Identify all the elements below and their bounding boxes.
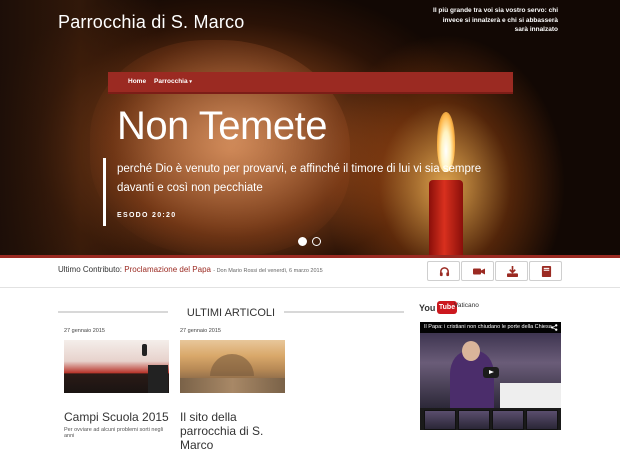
pillar-silhouette (148, 365, 168, 393)
chevron-down-icon: ▾ (189, 79, 192, 85)
article-title[interactable]: Il sito della parrocchia di S. Marco (180, 410, 285, 452)
title-rule-right (284, 311, 404, 313)
video-playlist-thumbnails (420, 410, 561, 430)
priest-head (462, 341, 480, 361)
play-icon[interactable] (483, 367, 499, 378)
article-date: 27 gennaio 2015 (180, 328, 221, 334)
header-motto: Il più grande tra voi sia vostro servo: … (433, 7, 558, 33)
youtube-video-player[interactable]: Il Papa: i cristiani non chiudano le por… (420, 322, 561, 430)
title-rule-left (58, 311, 168, 313)
hero-slider: Parrocchia di S. Marco Il più grande tra… (0, 0, 620, 255)
book-icon (541, 266, 552, 277)
slide-quote: perché Dio è venuto per provarvi, e affi… (117, 163, 482, 194)
download-icon (507, 266, 518, 277)
youtube-channel-name[interactable]: Vaticano (454, 302, 479, 309)
playlist-thumb[interactable] (492, 410, 524, 430)
latest-contribution-label: Ultimo Contributo: (58, 265, 123, 274)
slider-dot-1[interactable] (298, 237, 307, 246)
article-image[interactable] (64, 340, 169, 393)
video-camera-icon (473, 268, 485, 275)
articles-section-title: ULTIMI ARTICOLI (58, 303, 404, 319)
video-title[interactable]: Il Papa: i cristiani non chiudano le por… (420, 322, 561, 333)
nav-item-parrocchia-label: Parrocchia (154, 78, 188, 85)
nav-item-home[interactable]: Home (128, 78, 146, 85)
info-bar: Ultimo Contributo: Proclamazione del Pap… (0, 258, 620, 288)
main-navigation: Home Parrocchia ▾ (108, 72, 513, 94)
altar (500, 383, 561, 408)
share-icon[interactable] (551, 324, 558, 331)
dome-silhouette (210, 354, 254, 376)
article-date: 27 gennaio 2015 (64, 328, 105, 334)
article-card[interactable]: 27 gennaio 2015 Campi Scuola 2015 Per ov… (64, 328, 169, 439)
figure-silhouette (142, 344, 147, 356)
video-button[interactable] (461, 261, 494, 281)
square-colonnade (180, 378, 285, 393)
site-title[interactable]: Parrocchia di S. Marco (58, 12, 244, 33)
playlist-thumb[interactable] (424, 410, 456, 430)
download-button[interactable] (495, 261, 528, 281)
book-button[interactable] (529, 261, 562, 281)
article-card[interactable]: 27 gennaio 2015 Il sito della parrocchia… (180, 328, 285, 452)
quote-bar (103, 158, 106, 226)
latest-contribution-link[interactable]: Proclamazione del Papa (124, 265, 211, 274)
article-excerpt: Per ovviare ad alcuni problemi sorti neg… (64, 427, 164, 439)
slide-reference: ESODO 20:20 (117, 212, 177, 219)
slide-headline: Non Temete (117, 104, 327, 148)
headphones-icon (439, 267, 450, 277)
slider-dot-2[interactable] (312, 237, 321, 246)
playlist-thumb[interactable] (458, 410, 490, 430)
nav-item-parrocchia[interactable]: Parrocchia ▾ (154, 78, 192, 85)
audio-button[interactable] (427, 261, 460, 281)
latest-contribution: Ultimo Contributo: Proclamazione del Pap… (58, 265, 323, 274)
latest-contribution-meta: - Don Mario Rossi del venerdì, 6 marzo 2… (213, 268, 323, 274)
article-title[interactable]: Campi Scuola 2015 (64, 410, 169, 424)
playlist-thumb[interactable] (526, 410, 558, 430)
youtube-logo-you: You (419, 303, 436, 313)
video-thumbnail[interactable] (420, 333, 561, 408)
articles-title-text: ULTIMI ARTICOLI (186, 307, 276, 319)
article-image[interactable] (180, 340, 285, 393)
